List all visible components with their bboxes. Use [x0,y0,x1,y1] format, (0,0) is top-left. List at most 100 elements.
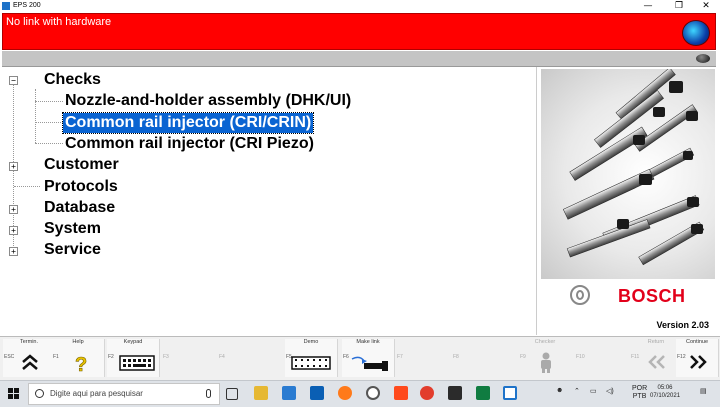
tree-item-customer[interactable]: Customer [44,155,119,175]
brave-icon[interactable] [394,386,408,400]
store-icon[interactable] [282,386,296,400]
tree-connector [35,143,63,144]
fkey-number: F4 [219,354,225,360]
app-window-icon[interactable] [448,386,462,400]
double-chevron-up-icon [22,354,38,370]
search-icon [35,389,44,398]
tree-item-cri-crin[interactable]: Common rail injector (CRI/CRIN) [61,112,315,134]
menu-tree: − Checks Nozzle-and-holder assembly (DHK… [2,67,536,335]
fkey-number: F8 [453,354,459,360]
fkey-f1-help-button[interactable]: Help F1 ? [52,339,105,377]
fkey-f8-empty: F8 [452,339,504,377]
injectors-illustration [562,69,705,266]
tree-connector [35,101,63,102]
tree-item-cri-piezo[interactable]: Common rail injector (CRI Piezo) [65,134,314,154]
function-key-bar: Termin. ESC Help F1 ? Keypad F2 F3 F4 De… [0,336,720,380]
fkey-f9-checker-button: Checker F9 [519,339,571,377]
people-icon[interactable]: ☻ [556,387,563,394]
fkey-number: F10 [576,354,585,360]
fkey-f3-empty: F3 [162,339,214,377]
fkey-f11-return-button: Return F11 [630,339,682,377]
indicator-knob-icon [696,54,710,63]
fkey-number: F2 [108,354,114,360]
cable-connector-icon [351,356,388,371]
double-chevron-left-icon [648,355,665,369]
file-explorer-icon[interactable] [254,386,268,400]
fkey-label: Return [647,339,665,345]
taskbar-search-box[interactable]: Digite aqui para pesquisar [28,383,220,405]
tree-item-protocols[interactable]: Protocols [44,177,118,197]
chrome-icon[interactable] [420,386,434,400]
question-mark-icon: ? [75,354,88,373]
tree-connector [14,186,40,187]
fkey-f10-empty: F10 [575,339,627,377]
tree-item-dhk-ui[interactable]: Nozzle-and-holder assembly (DHK/UI) [65,91,351,111]
fkey-number: F11 [631,354,640,360]
browser-icon[interactable] [366,386,380,400]
tree-item-system[interactable]: System [44,219,101,239]
system-clock[interactable]: 05:06 07/10/2021 [650,384,680,400]
fkey-label: Continue [685,339,709,345]
tree-item-database[interactable]: Database [44,198,115,218]
firefox-icon[interactable] [338,386,352,400]
fkey-f2-keypad-button[interactable]: Keypad F2 [107,339,160,377]
film-strip-icon [291,356,331,370]
bosch-armature-icon [570,285,590,305]
microphone-icon[interactable] [206,389,211,398]
status-bar: No link with hardware [2,13,716,50]
window-titlebar: EPS 200 — ❐ ✕ [0,0,720,13]
expand-toggle-database[interactable]: + [9,205,18,214]
fkey-number: F3 [163,354,169,360]
tree-item-checks[interactable]: Checks [44,70,101,90]
fkey-number: F6 [343,354,349,360]
network-icon[interactable]: ▭ [590,387,597,395]
notification-icon[interactable]: ▤ [700,387,707,395]
excel-icon[interactable] [476,386,490,400]
volume-icon[interactable]: ◁) [606,387,614,395]
fkey-label: Checker [534,339,556,345]
expand-toggle-system[interactable]: + [9,226,18,235]
person-icon [541,352,551,373]
windows-start-icon[interactable] [8,388,19,399]
fkey-label: Make link [356,339,380,345]
double-chevron-right-icon [690,355,707,369]
app-icon [2,2,10,10]
fkey-label: Demo [303,339,319,345]
restore-button[interactable]: ❐ [667,0,691,13]
minimize-button[interactable]: — [636,0,660,13]
fkey-f6-make-link-button[interactable]: Make link F6 [342,339,395,377]
injectors-photo [541,69,715,279]
toolbar-strip [2,51,716,67]
fkey-f7-empty: F7 [396,339,448,377]
fkey-number: F1 [53,354,59,360]
collapse-toggle-checks[interactable]: − [9,76,18,85]
mail-icon[interactable] [310,386,324,400]
globe-logo-icon [682,20,710,46]
fkey-f5-demo-button[interactable]: Demo F5 [285,339,338,377]
eps-taskbar-icon[interactable] [503,386,517,400]
fkey-label: Help [72,339,84,345]
search-placeholder: Digite aqui para pesquisar [50,389,143,398]
input-language[interactable]: POR PTB [632,385,647,401]
fkey-number: ESC [4,354,15,360]
tree-item-service[interactable]: Service [44,240,101,260]
tray-overflow-icon[interactable]: ⌃ [574,387,580,395]
fkey-label: Termin. [19,339,39,345]
version-label: Version 2.03 [656,320,709,330]
window-title: EPS 200 [13,2,41,9]
fkey-number: F9 [520,354,526,360]
keypad-icon [119,355,155,371]
tree-branch-line [35,89,36,143]
svg-text:?: ? [75,354,87,373]
tree-connector [35,122,63,123]
task-view-icon[interactable] [226,388,238,400]
close-button[interactable]: ✕ [694,0,718,13]
fkey-number: F7 [397,354,403,360]
clock-date: 07/10/2021 [650,393,681,399]
fkey-esc-termin-button[interactable]: Termin. ESC [3,339,56,377]
expand-toggle-customer[interactable]: + [9,162,18,171]
os-taskbar: Digite aqui para pesquisar ☻ ⌃ ▭ ◁) POR … [0,380,720,407]
fkey-f12-continue-button[interactable]: Continue F12 [676,339,719,377]
expand-toggle-service[interactable]: + [9,247,18,256]
keyboard-layout: PTB [632,393,647,400]
